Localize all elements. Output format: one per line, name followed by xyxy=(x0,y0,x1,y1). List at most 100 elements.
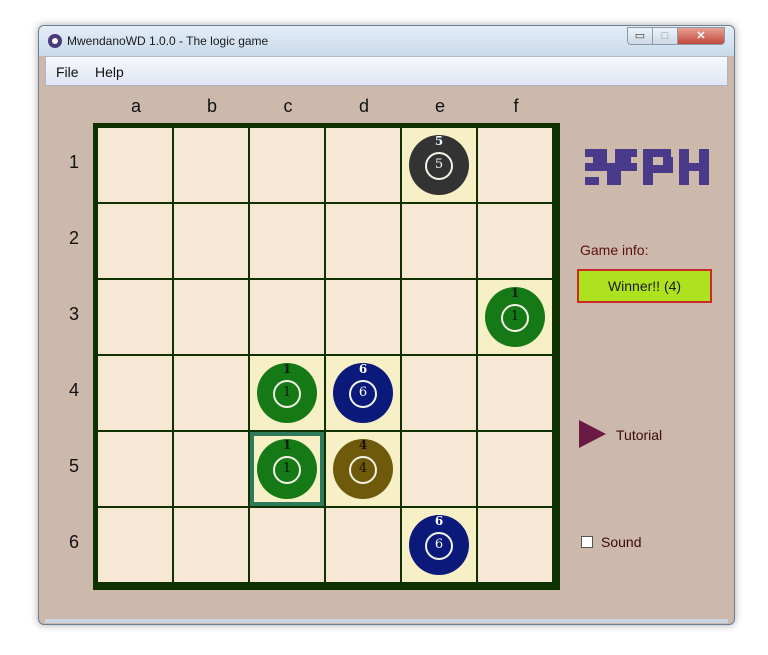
piece-value-label: 1 xyxy=(510,309,520,324)
column-label-b: b xyxy=(206,96,217,116)
piece-value-label: 6 xyxy=(434,537,444,552)
column-label-c: c xyxy=(283,96,293,116)
board-square-f2[interactable] xyxy=(478,204,552,278)
board-square-c2[interactable] xyxy=(250,204,324,278)
board-square-a3[interactable] xyxy=(98,280,172,354)
game-piece[interactable]: 44 xyxy=(333,438,393,499)
row-label-3: 3 xyxy=(68,304,79,324)
board-square-c6[interactable] xyxy=(250,508,324,582)
piece-height-label: 4 xyxy=(358,438,368,452)
game-area: abcdef 123456 55111166114466 Game info: … xyxy=(45,87,728,619)
board-square-c5[interactable]: 11 xyxy=(250,432,324,506)
piece-height-label: 1 xyxy=(510,286,520,300)
piece-value-label: 6 xyxy=(358,385,368,400)
board-square-a6[interactable] xyxy=(98,508,172,582)
board-square-e5[interactable] xyxy=(402,432,476,506)
board-square-f6[interactable] xyxy=(478,508,552,582)
logo-block xyxy=(607,171,621,185)
menu-file[interactable]: File xyxy=(56,64,79,80)
logo-block xyxy=(593,157,607,163)
board-square-e4[interactable] xyxy=(402,356,476,430)
board-square-e2[interactable] xyxy=(402,204,476,278)
board-square-b1[interactable] xyxy=(174,128,248,202)
tutorial-link[interactable]: Tutorial xyxy=(616,427,662,443)
board-square-b4[interactable] xyxy=(174,356,248,430)
window-title: MwendanoWD 1.0.0 - The logic game xyxy=(67,34,269,48)
board-square-a2[interactable] xyxy=(98,204,172,278)
game-piece[interactable]: 11 xyxy=(257,362,317,423)
row-label-6: 6 xyxy=(68,532,79,552)
logo-block xyxy=(643,149,671,157)
board-square-f4[interactable] xyxy=(478,356,552,430)
piece-value-label: 1 xyxy=(282,385,292,400)
logo-block xyxy=(679,149,689,185)
maximize-button[interactable]: □ xyxy=(652,27,678,45)
sound-label[interactable]: Sound xyxy=(601,534,641,550)
menu-bar: File Help xyxy=(45,56,728,86)
game-piece[interactable]: 66 xyxy=(409,514,469,575)
game-piece[interactable]: 66 xyxy=(333,362,393,423)
game-board: 55111166114466 xyxy=(93,123,560,590)
logo-block xyxy=(689,163,699,171)
piece-value-label: 1 xyxy=(282,461,292,476)
title-bar[interactable]: MwendanoWD 1.0.0 - The logic game ▭ □ ✕ xyxy=(39,26,734,56)
board-square-f1[interactable] xyxy=(478,128,552,202)
column-label-a: a xyxy=(130,96,141,116)
board-square-c3[interactable] xyxy=(250,280,324,354)
piece-height-label: 6 xyxy=(434,514,444,528)
board-square-a1[interactable] xyxy=(98,128,172,202)
piece-height-label: 1 xyxy=(282,438,292,452)
board-square-c1[interactable] xyxy=(250,128,324,202)
board-square-d2[interactable] xyxy=(326,204,400,278)
status-strip xyxy=(45,619,728,623)
board-square-c4[interactable]: 11 xyxy=(250,356,324,430)
column-label-f: f xyxy=(513,96,519,116)
piece-height-label: 6 xyxy=(358,362,368,376)
row-label-4: 4 xyxy=(68,380,79,400)
board-square-d1[interactable] xyxy=(326,128,400,202)
logo-block xyxy=(585,149,607,157)
game-status-box: Winner!! (4) xyxy=(577,269,712,303)
sound-checkbox[interactable] xyxy=(581,536,593,548)
yph-logo xyxy=(585,149,709,185)
app-window: MwendanoWD 1.0.0 - The logic game ▭ □ ✕ … xyxy=(38,25,735,625)
board-square-b6[interactable] xyxy=(174,508,248,582)
game-piece[interactable]: 11 xyxy=(257,438,317,499)
logo-block xyxy=(615,157,631,163)
board-square-b2[interactable] xyxy=(174,204,248,278)
app-icon[interactable] xyxy=(48,34,62,48)
board-square-b5[interactable] xyxy=(174,432,248,506)
logo-block xyxy=(643,165,673,173)
game-piece[interactable]: 11 xyxy=(485,286,545,347)
piece-value-label: 5 xyxy=(434,157,444,172)
logo-block xyxy=(585,163,637,171)
piece-height-label: 1 xyxy=(282,362,292,376)
logo-block xyxy=(699,149,709,185)
row-label-1: 1 xyxy=(68,152,79,172)
row-label-5: 5 xyxy=(68,456,79,476)
game-piece[interactable]: 55 xyxy=(409,134,469,195)
board-square-d3[interactable] xyxy=(326,280,400,354)
board-square-f3[interactable]: 11 xyxy=(478,280,552,354)
column-label-d: d xyxy=(358,96,369,116)
game-info-label: Game info: xyxy=(580,242,649,258)
board-square-e6[interactable]: 66 xyxy=(402,508,476,582)
close-button[interactable]: ✕ xyxy=(677,27,725,45)
minimize-button[interactable]: ▭ xyxy=(627,27,653,45)
board-square-e3[interactable] xyxy=(402,280,476,354)
piece-value-label: 4 xyxy=(358,461,368,476)
column-label-e: e xyxy=(434,96,445,116)
board-square-d4[interactable]: 66 xyxy=(326,356,400,430)
row-label-2: 2 xyxy=(68,228,79,248)
board-square-d5[interactable]: 44 xyxy=(326,432,400,506)
board-square-d6[interactable] xyxy=(326,508,400,582)
board-square-e1[interactable]: 55 xyxy=(402,128,476,202)
logo-block xyxy=(585,177,599,185)
board-square-a5[interactable] xyxy=(98,432,172,506)
play-tutorial-icon[interactable] xyxy=(579,420,606,448)
board-square-a4[interactable] xyxy=(98,356,172,430)
menu-help[interactable]: Help xyxy=(95,64,124,80)
board-square-b3[interactable] xyxy=(174,280,248,354)
logo-block xyxy=(615,149,637,157)
board-square-f5[interactable] xyxy=(478,432,552,506)
